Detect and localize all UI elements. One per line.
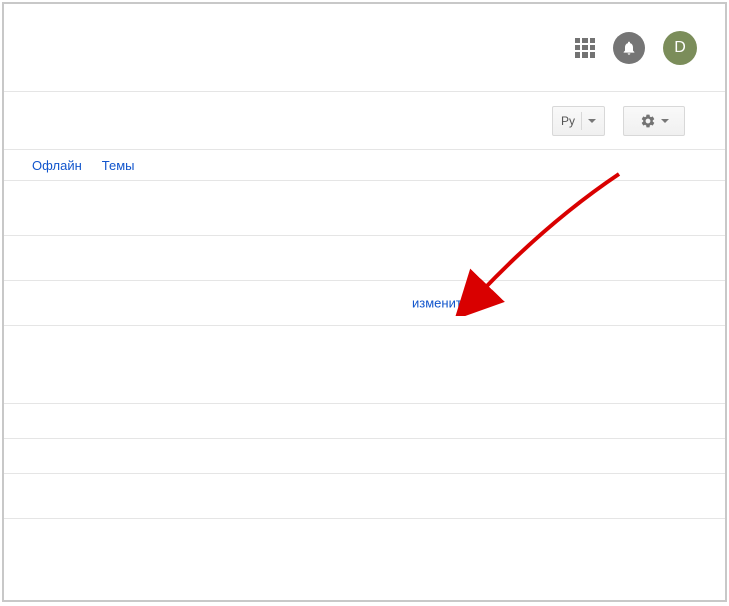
gear-icon <box>640 113 656 129</box>
app-window: D Ру Офлайн Темы изменить <box>2 2 727 602</box>
edit-link[interactable]: изменить <box>412 296 469 311</box>
settings-row: изменить <box>4 281 725 326</box>
settings-tabs: Офлайн Темы <box>4 150 725 180</box>
apps-grid-icon[interactable] <box>575 38 595 58</box>
settings-row <box>4 439 725 474</box>
settings-row <box>4 236 725 281</box>
avatar-letter: D <box>674 39 686 57</box>
settings-row <box>4 181 725 236</box>
notifications-button[interactable] <box>613 32 645 64</box>
settings-content: изменить <box>4 180 725 519</box>
tab-themes[interactable]: Темы <box>102 158 135 173</box>
chevron-down-icon <box>661 119 669 123</box>
settings-row <box>4 326 725 404</box>
tab-offline[interactable]: Офлайн <box>32 158 82 173</box>
bell-icon <box>621 40 637 56</box>
language-button[interactable]: Ру <box>552 106 605 136</box>
settings-gear-button[interactable] <box>623 106 685 136</box>
global-header: D <box>4 4 725 92</box>
settings-row <box>4 404 725 439</box>
settings-toolbar: Ру <box>4 92 725 150</box>
settings-row <box>4 474 725 519</box>
avatar[interactable]: D <box>663 31 697 65</box>
language-label: Ру <box>561 114 575 128</box>
chevron-down-icon <box>588 119 596 123</box>
separator <box>581 112 582 130</box>
